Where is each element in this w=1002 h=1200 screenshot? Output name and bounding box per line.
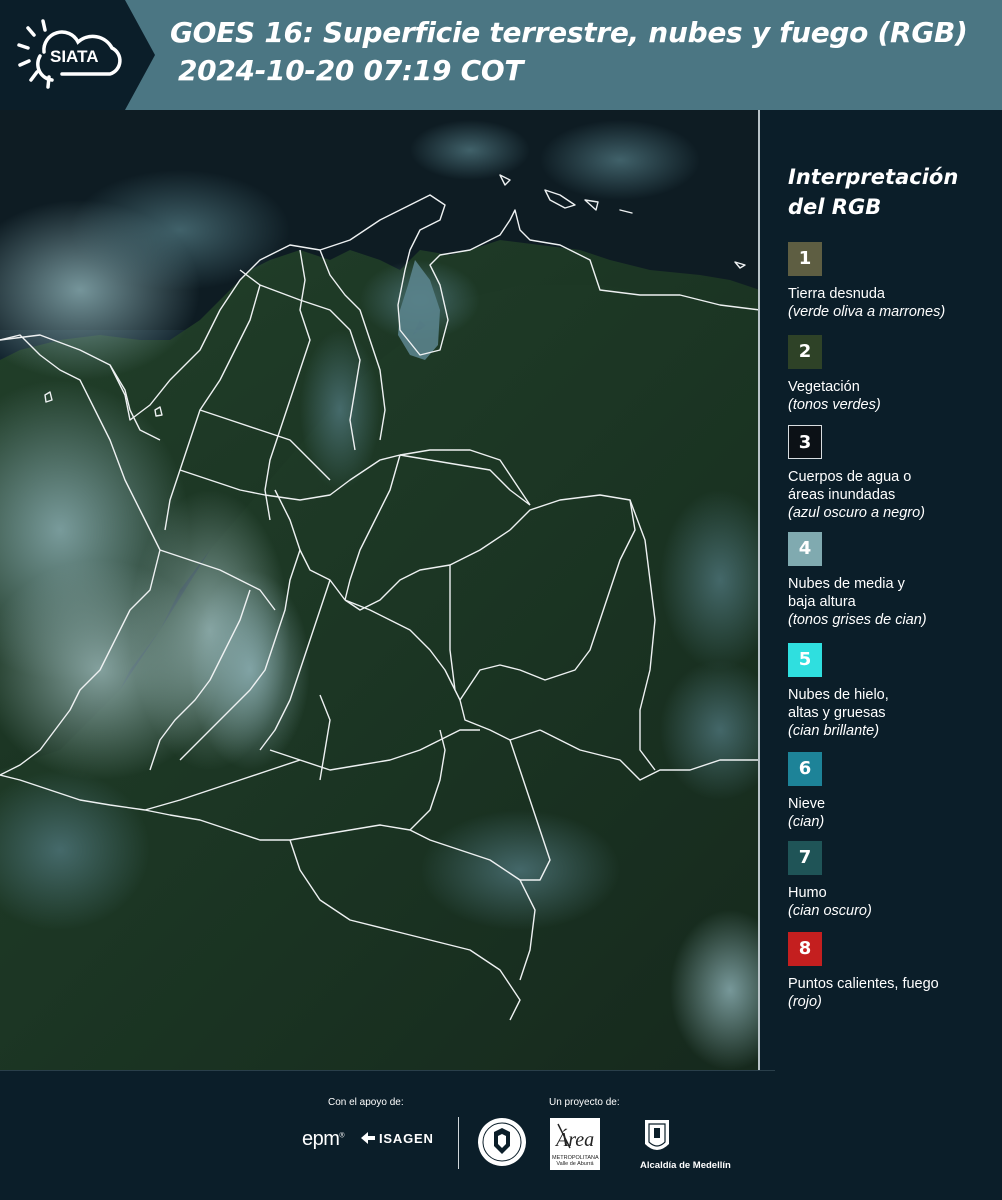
legend-item: 8 Puntos calientes, fuego (rojo) bbox=[788, 932, 939, 1011]
legend-label: Nubes de hielo, bbox=[788, 687, 889, 703]
legend-title-line2: del RGB bbox=[788, 195, 882, 219]
legend-swatch: 6 bbox=[788, 752, 822, 786]
siata-logo: SIATA bbox=[0, 0, 155, 110]
footer-vertical-divider bbox=[458, 1117, 459, 1169]
legend-label-line2: altas y gruesas bbox=[788, 705, 886, 721]
legend-description: (tonos grises de cian) bbox=[788, 612, 927, 628]
isagen-icon bbox=[361, 1132, 375, 1144]
legend-description: (rojo) bbox=[788, 994, 822, 1010]
alcaldia-logo-text: Alcaldía de Medellín bbox=[640, 1160, 731, 1171]
legend-description: (azul oscuro a negro) bbox=[788, 505, 926, 521]
legend-label-line2: áreas inundadas bbox=[788, 487, 896, 503]
area-metropolitana-logo: Área METROPOLITANA Valle de Aburrá bbox=[550, 1118, 600, 1170]
legend-label: Humo bbox=[788, 885, 827, 901]
legend-title-line1: Interpretación bbox=[788, 165, 959, 189]
siata-logo-text: SIATA bbox=[50, 47, 98, 66]
legend-swatch: 7 bbox=[788, 841, 822, 875]
area-metropolitana-text: METROPOLITANA Valle de Aburrá bbox=[552, 1155, 599, 1167]
satellite-map bbox=[0, 110, 760, 1070]
footer-divider bbox=[0, 1070, 775, 1071]
legend-swatch: 1 bbox=[788, 242, 822, 276]
header-bar: SIATA GOES 16: Superficie terrestre, nub… bbox=[0, 0, 1002, 110]
svg-text:Área: Área bbox=[554, 1128, 594, 1151]
title-timestamp: 2024-10-20 07:19 COT bbox=[178, 54, 524, 87]
legend-swatch: 5 bbox=[788, 643, 822, 677]
alcaldia-shield-icon bbox=[643, 1118, 671, 1160]
legend-item: 5 Nubes de hielo, altas y gruesas (cian bri… bbox=[788, 643, 889, 740]
legend-swatch: 2 bbox=[788, 335, 822, 369]
epm-logo-text: epm bbox=[302, 1128, 340, 1150]
legend-item: 6 Nieve (cian) bbox=[788, 752, 825, 831]
support-label: Con el apoyo de: bbox=[328, 1097, 404, 1108]
page-title: GOES 16: Superficie terrestre, nubes y f… bbox=[170, 14, 968, 90]
legend-item: 4 Nubes de media y baja altura (tonos grise… bbox=[788, 532, 927, 629]
isagen-logo: ISAGEN bbox=[360, 1131, 434, 1146]
legend-item: 1 Tierra desnuda (verde oliva a marrones) bbox=[788, 242, 945, 321]
legend-label: Nieve bbox=[788, 796, 826, 812]
legend-panel: Interpretación del RGB bbox=[788, 162, 998, 240]
legend-item: 7 Humo (cian oscuro) bbox=[788, 841, 872, 920]
project-label: Un proyecto de: bbox=[549, 1097, 620, 1108]
legend-description: (verde oliva a marrones) bbox=[788, 304, 946, 320]
legend-description: (cian oscuro) bbox=[788, 903, 872, 919]
legend-description: (cian) bbox=[788, 814, 825, 830]
legend-title: Interpretación del RGB bbox=[788, 162, 998, 222]
legend-label: Tierra desnuda bbox=[788, 286, 885, 302]
legend-swatch: 3 bbox=[788, 425, 822, 459]
title-main: GOES 16: Superficie terrestre, nubes y f… bbox=[170, 16, 968, 49]
legend-description: (cian brillante) bbox=[788, 723, 880, 739]
legend-description: (tonos verdes) bbox=[788, 397, 881, 413]
isagen-logo-text: ISAGEN bbox=[379, 1131, 434, 1146]
legend-label-line2: baja altura bbox=[788, 594, 856, 610]
legend-swatch: 4 bbox=[788, 532, 822, 566]
legend-label: Nubes de media y bbox=[788, 576, 905, 592]
legend-item: 2 Vegetación (tonos verdes) bbox=[788, 335, 881, 414]
legend-label: Vegetación bbox=[788, 379, 860, 395]
legend-item: 3 Cuerpos de agua o áreas inundadas (azul o… bbox=[788, 425, 925, 522]
university-seal-icon bbox=[476, 1116, 528, 1172]
epm-logo: epm® bbox=[302, 1128, 345, 1150]
legend-swatch: 8 bbox=[788, 932, 822, 966]
legend-label: Cuerpos de agua o bbox=[788, 469, 912, 485]
legend-label: Puntos calientes, fuego bbox=[788, 976, 939, 992]
